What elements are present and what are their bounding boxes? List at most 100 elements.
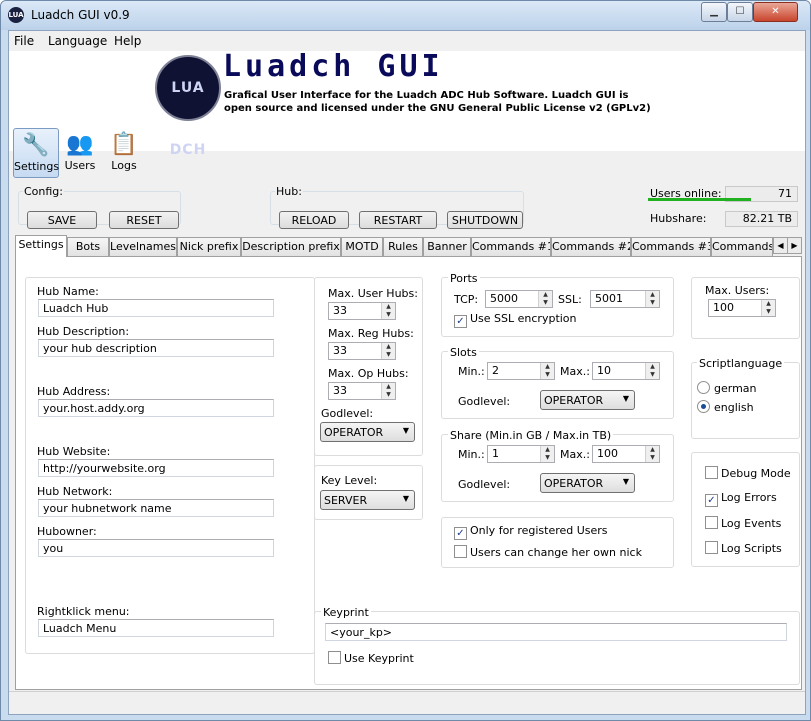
key-level-select[interactable]: SERVER ▼	[320, 490, 415, 510]
lang-german-label: german	[714, 382, 757, 395]
share-max-spinner[interactable]: 100 ▲ ▼	[592, 445, 660, 463]
spin-down-icon[interactable]: ▼	[382, 351, 395, 359]
tab-banner[interactable]: Banner	[423, 237, 471, 256]
title-bar[interactable]: LUA Luadch GUI v0.9 ▁ ☐ ✕	[1, 1, 810, 30]
spin-down-icon[interactable]: ▼	[539, 299, 552, 307]
spin-up-icon[interactable]: ▲	[646, 446, 659, 454]
toolbar-logs[interactable]: 📋 Logs	[102, 128, 146, 176]
restart-button[interactable]: RESTART	[359, 211, 437, 229]
slots-max-spinner[interactable]: 10 ▲ ▼	[592, 362, 660, 380]
max-op-hubs-spinner[interactable]: 33 ▲ ▼	[328, 382, 396, 400]
lang-english-radio[interactable]: english	[697, 400, 754, 414]
tab-settings[interactable]: Settings	[15, 235, 67, 257]
spin-down-icon[interactable]: ▼	[646, 454, 659, 462]
hub-website-field[interactable]	[38, 459, 274, 477]
spin-down-icon[interactable]: ▼	[541, 454, 554, 462]
use-ssl-checkbox[interactable]: ✓ Use SSL encryption	[454, 312, 577, 328]
spin-up-icon[interactable]: ▲	[762, 300, 775, 308]
main-window: LUA Luadch GUI v0.9 ▁ ☐ ✕ File Language …	[0, 0, 811, 721]
log-scripts-checkbox[interactable]: Log Scripts	[705, 541, 782, 555]
rightclick-menu-field[interactable]	[38, 619, 274, 637]
tab-commands-more[interactable]: Commands	[711, 237, 773, 256]
toolbar-settings-label: Settings	[14, 160, 60, 173]
spin-up-icon[interactable]: ▲	[646, 363, 659, 371]
tab-commands-3[interactable]: Commands #3	[631, 237, 711, 256]
logging-group: Debug Mode ✓ Log Errors Log Events Log Sc…	[691, 452, 800, 567]
max-user-hubs-spinner[interactable]: 33 ▲ ▼	[328, 302, 396, 320]
toolbar-users[interactable]: 👥 Users	[58, 128, 102, 176]
share-godlevel-select[interactable]: OPERATOR ▼	[540, 473, 635, 493]
app-icon: LUA	[8, 7, 24, 23]
max-users-spinner[interactable]: 100 ▲ ▼	[708, 299, 776, 317]
hub-address-field[interactable]	[38, 399, 274, 417]
spin-down-icon[interactable]: ▼	[646, 299, 659, 307]
hub-network-field[interactable]	[38, 499, 274, 517]
tab-levelnames[interactable]: Levelnames	[109, 237, 177, 256]
spin-up-icon[interactable]: ▲	[382, 343, 395, 351]
debug-mode-checkbox[interactable]: Debug Mode	[705, 466, 791, 480]
tcp-port-spinner[interactable]: 5000 ▲ ▼	[485, 290, 553, 308]
log-errors-checkbox[interactable]: ✓ Log Errors	[705, 491, 777, 507]
slots-group: Slots Min.: 2 ▲ ▼ Max.: 10 ▲ ▼ Godlevel: O…	[441, 346, 674, 419]
save-button[interactable]: SAVE	[27, 211, 97, 229]
spin-up-icon[interactable]: ▲	[382, 383, 395, 391]
change-nick-checkbox[interactable]: Users can change her own nick	[454, 545, 642, 559]
tab-rules[interactable]: Rules	[383, 237, 423, 256]
hub-name-field[interactable]	[38, 299, 274, 317]
maximize-button[interactable]: ☐	[727, 2, 753, 22]
tab-commands-2[interactable]: Commands #2	[551, 237, 631, 256]
spin-up-icon[interactable]: ▲	[646, 291, 659, 299]
only-registered-checkbox[interactable]: ✓ Only for registered Users	[454, 524, 608, 540]
tab-nick-prefix[interactable]: Nick prefix	[177, 237, 241, 256]
hub-group: Hub: RELOAD RESTART SHUTDOWN	[270, 185, 524, 229]
change-nick-label: Users can change her own nick	[470, 546, 642, 559]
godlevel-select[interactable]: OPERATOR ▼	[320, 422, 415, 442]
max-user-hubs-label: Max. User Hubs:	[328, 287, 418, 300]
keyprint-field[interactable]	[325, 623, 787, 641]
menu-help[interactable]: Help	[114, 34, 141, 48]
tcp-label: TCP:	[454, 293, 479, 306]
reset-button[interactable]: RESET	[109, 211, 179, 229]
shutdown-button[interactable]: SHUTDOWN	[447, 211, 523, 229]
slots-min-spinner[interactable]: 2 ▲ ▼	[487, 362, 555, 380]
tab-description-prefix[interactable]: Description prefix	[241, 237, 341, 256]
max-users-group: Max. Users: 100 ▲ ▼	[691, 277, 800, 339]
checkbox-icon	[454, 545, 467, 558]
logo-emblem: LUA DCH	[155, 55, 221, 158]
slots-godlevel-select[interactable]: OPERATOR ▼	[540, 390, 635, 410]
chevron-down-icon: ▼	[622, 477, 629, 486]
spin-down-icon[interactable]: ▼	[382, 391, 395, 399]
hub-legend: Hub:	[276, 185, 302, 198]
spin-down-icon[interactable]: ▼	[762, 308, 775, 316]
use-keyprint-checkbox[interactable]: Use Keyprint	[328, 651, 414, 665]
hub-description-field[interactable]	[38, 339, 274, 357]
spin-up-icon[interactable]: ▲	[541, 446, 554, 454]
toolbar-settings[interactable]: 🔧 Settings	[13, 128, 59, 178]
lang-german-radio[interactable]: german	[697, 381, 757, 395]
hubshare-label: Hubshare:	[650, 212, 707, 225]
spin-up-icon[interactable]: ▲	[539, 291, 552, 299]
spin-up-icon[interactable]: ▲	[382, 303, 395, 311]
config-group: Config: SAVE RESET	[18, 185, 181, 229]
tab-bots[interactable]: Bots	[67, 237, 109, 256]
max-user-hubs-value: 33	[333, 304, 347, 317]
tab-scroll-left-icon[interactable]: ◀	[773, 237, 788, 254]
spin-up-icon[interactable]: ▲	[541, 363, 554, 371]
share-min-spinner[interactable]: 1 ▲ ▼	[487, 445, 555, 463]
tab-motd[interactable]: MOTD	[341, 237, 383, 256]
max-reg-hubs-spinner[interactable]: 33 ▲ ▼	[328, 342, 396, 360]
reload-button[interactable]: RELOAD	[279, 211, 349, 229]
log-events-checkbox[interactable]: Log Events	[705, 516, 781, 530]
ssl-port-spinner[interactable]: 5001 ▲ ▼	[590, 290, 660, 308]
spin-down-icon[interactable]: ▼	[646, 371, 659, 379]
minimize-button[interactable]: ▁	[701, 2, 727, 22]
tab-commands-1[interactable]: Commands #1	[471, 237, 551, 256]
tab-scroll-right-icon[interactable]: ▶	[787, 237, 802, 254]
close-button[interactable]: ✕	[753, 2, 798, 22]
share-max-label: Max.:	[560, 448, 590, 461]
spin-down-icon[interactable]: ▼	[541, 371, 554, 379]
hubowner-field[interactable]	[38, 539, 274, 557]
menu-language[interactable]: Language	[48, 34, 107, 48]
menu-file[interactable]: File	[14, 34, 34, 48]
spin-down-icon[interactable]: ▼	[382, 311, 395, 319]
